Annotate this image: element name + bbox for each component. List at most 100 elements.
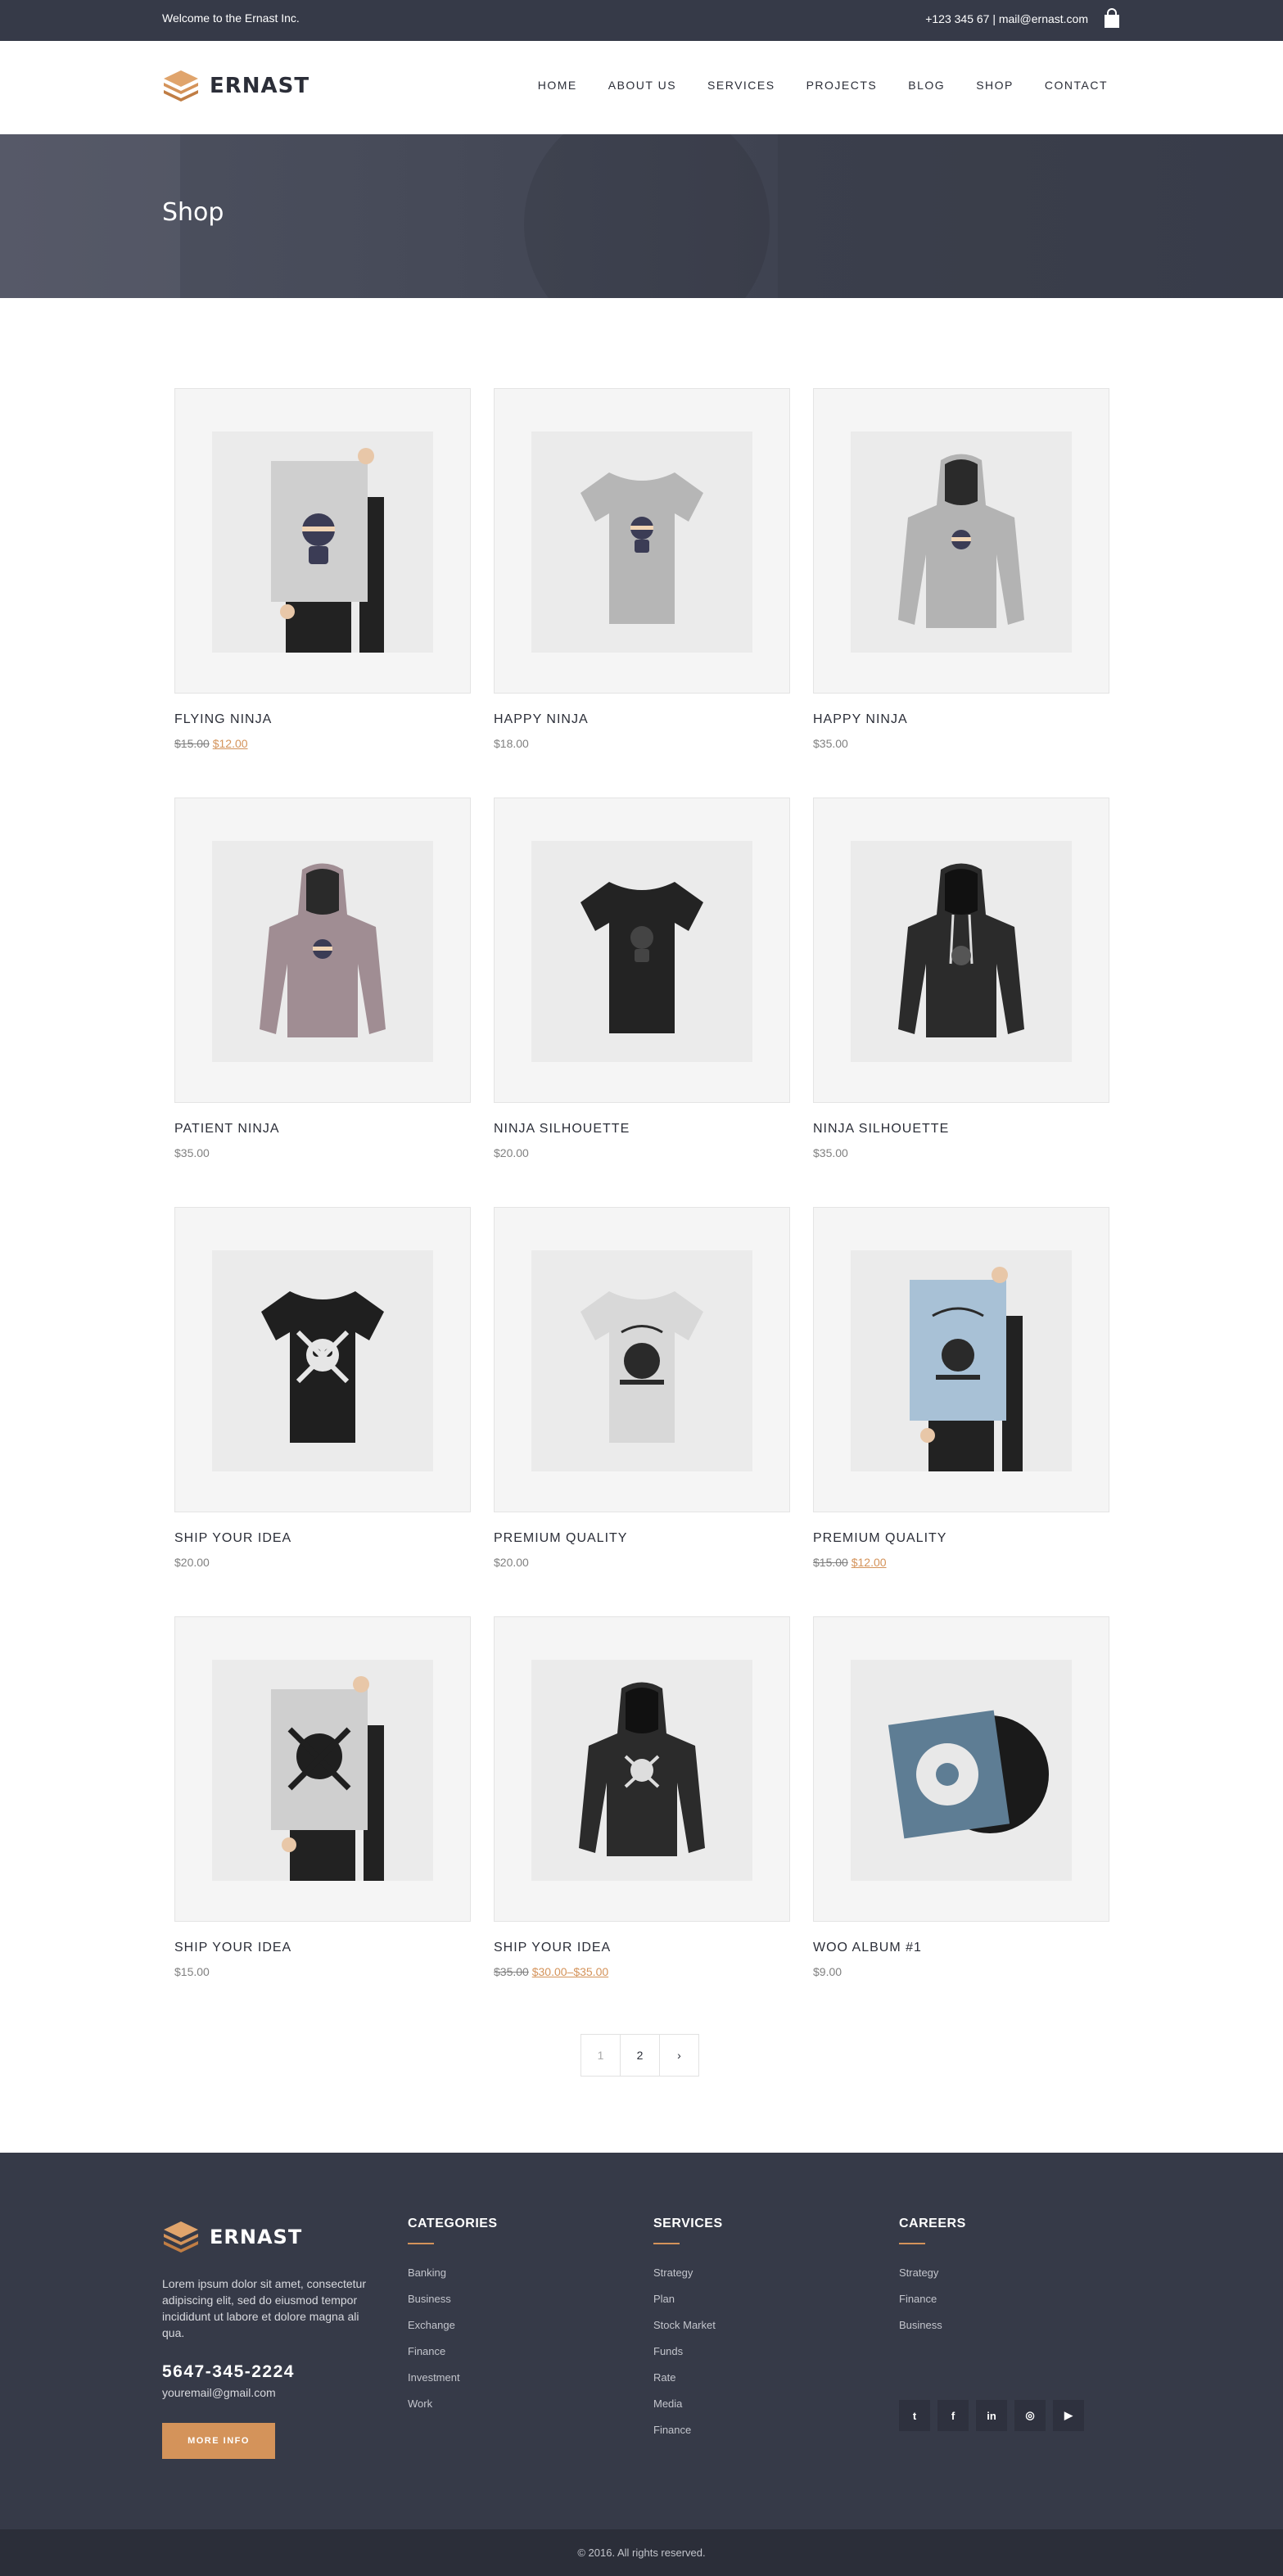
product-price: $9.00 — [813, 1965, 1109, 1978]
footer-link[interactable]: Finance — [899, 2293, 966, 2319]
product-current-price: $20.00 — [174, 1556, 210, 1569]
product-card[interactable]: SHIP YOUR IDEA $20.00 — [174, 1207, 471, 1569]
footer-careers: CAREERS Strategy Finance Business — [899, 2217, 966, 2345]
product-image[interactable] — [813, 1616, 1109, 1922]
product-title[interactable]: HAPPY NINJA — [813, 712, 1109, 727]
product-image[interactable] — [174, 388, 471, 694]
product-current-price: $18.00 — [494, 737, 529, 750]
product-image[interactable] — [494, 1207, 790, 1512]
nav-shop[interactable]: SHOP — [976, 79, 1014, 92]
product-price: $35.00 — [813, 737, 1109, 750]
footer-column-title: CAREERS — [899, 2217, 966, 2230]
product-title[interactable]: PREMIUM QUALITY — [813, 1531, 1109, 1546]
product-card[interactable]: HAPPY NINJA $35.00 — [813, 388, 1109, 750]
page-2-link[interactable]: 2 — [620, 2034, 660, 2077]
copyright-text: © 2016. All rights reserved. — [577, 2547, 706, 2559]
product-image[interactable] — [813, 798, 1109, 1103]
product-card[interactable]: PATIENT NINJA $35.00 — [174, 798, 471, 1159]
product-title[interactable]: SHIP YOUR IDEA — [174, 1941, 471, 1955]
footer-link[interactable]: Banking — [408, 2266, 498, 2293]
product-image[interactable] — [494, 388, 790, 694]
product-price: $20.00 — [494, 1556, 790, 1569]
product-title[interactable]: WOO ALBUM #1 — [813, 1941, 1109, 1955]
product-card[interactable]: FLYING NINJA $15.00 $12.00 — [174, 388, 471, 750]
youtube-icon[interactable]: ▶ — [1053, 2400, 1084, 2431]
nav-services[interactable]: SERVICES — [707, 79, 775, 92]
product-image[interactable] — [174, 798, 471, 1103]
brand-logo[interactable]: ERNAST — [162, 67, 309, 105]
product-card[interactable]: SHIP YOUR IDEA $15.00 — [174, 1616, 471, 1978]
product-title[interactable]: NINJA SILHOUETTE — [494, 1122, 790, 1137]
page-title: Shop — [162, 198, 224, 227]
linkedin-icon[interactable]: in — [976, 2400, 1007, 2431]
contact-info[interactable]: +123 345 67 | mail@ernast.com — [925, 12, 1088, 25]
product-price: $15.00 $12.00 — [813, 1556, 1109, 1569]
shopping-bag-icon[interactable] — [1103, 8, 1121, 29]
product-card[interactable]: SHIP YOUR IDEA $35.00 $30.00–$35.00 — [494, 1616, 790, 1978]
nav-blog[interactable]: BLOG — [908, 79, 945, 92]
product-title[interactable]: HAPPY NINJA — [494, 712, 790, 727]
product-price: $15.00 — [174, 1965, 471, 1978]
footer-link[interactable]: Rate — [653, 2371, 723, 2397]
product-price: $35.00 — [813, 1146, 1109, 1159]
nav-home[interactable]: HOME — [538, 79, 577, 92]
page-1-current: 1 — [581, 2034, 621, 2077]
product-image[interactable] — [813, 1207, 1109, 1512]
footer-link[interactable]: Strategy — [899, 2266, 966, 2293]
product-title[interactable]: PREMIUM QUALITY — [494, 1531, 790, 1546]
footer-logo[interactable]: ERNAST — [162, 2218, 302, 2256]
product-image[interactable] — [813, 388, 1109, 694]
product-card[interactable]: PREMIUM QUALITY $15.00 $12.00 — [813, 1207, 1109, 1569]
product-image[interactable] — [494, 798, 790, 1103]
page-hero: Shop — [0, 134, 1283, 298]
product-title[interactable]: NINJA SILHOUETTE — [813, 1122, 1109, 1137]
top-bar: Welcome to the Ernast Inc. +123 345 67 |… — [0, 0, 1283, 41]
product-title[interactable]: FLYING NINJA — [174, 712, 471, 727]
product-card[interactable]: HAPPY NINJA $18.00 — [494, 388, 790, 750]
product-title[interactable]: SHIP YOUR IDEA — [494, 1941, 790, 1955]
footer-link[interactable]: Work — [408, 2397, 498, 2424]
product-card[interactable]: PREMIUM QUALITY $20.00 — [494, 1207, 790, 1569]
product-old-price: $15.00 — [174, 737, 210, 750]
footer-link[interactable]: Media — [653, 2397, 723, 2424]
pagination: 1 2 › — [581, 2034, 699, 2077]
footer-link[interactable]: Finance — [408, 2345, 498, 2371]
product-sale-price: $30.00–$35.00 — [531, 1965, 609, 1978]
footer-link[interactable]: Strategy — [653, 2266, 723, 2293]
footer-email[interactable]: youremail@gmail.com — [162, 2386, 276, 2399]
twitter-icon[interactable]: t — [899, 2400, 930, 2431]
footer-link[interactable]: Exchange — [408, 2319, 498, 2345]
instagram-icon[interactable]: ◎ — [1014, 2400, 1046, 2431]
more-info-button[interactable]: MORE INFO — [162, 2423, 275, 2459]
nav-projects[interactable]: PROJECTS — [806, 79, 878, 92]
footer-link[interactable]: Business — [408, 2293, 498, 2319]
product-card[interactable]: NINJA SILHOUETTE $35.00 — [813, 798, 1109, 1159]
footer-phone[interactable]: 5647-345-2224 — [162, 2362, 295, 2382]
footer-column-title: SERVICES — [653, 2217, 723, 2230]
next-page-button[interactable]: › — [659, 2034, 699, 2077]
product-price: $15.00 $12.00 — [174, 737, 471, 750]
footer-link[interactable]: Funds — [653, 2345, 723, 2371]
product-image[interactable] — [494, 1616, 790, 1922]
footer-brand-name: ERNAST — [210, 2226, 303, 2248]
footer-categories: CATEGORIES Banking Business Exchange Fin… — [408, 2217, 498, 2424]
product-title[interactable]: PATIENT NINJA — [174, 1122, 471, 1137]
footer-link[interactable]: Stock Market — [653, 2319, 723, 2345]
product-card[interactable]: WOO ALBUM #1 $9.00 — [813, 1616, 1109, 1978]
facebook-icon[interactable]: f — [937, 2400, 969, 2431]
footer-link[interactable]: Investment — [408, 2371, 498, 2397]
nav-contact[interactable]: CONTACT — [1045, 79, 1108, 92]
product-current-price: $35.00 — [813, 1146, 848, 1159]
product-image[interactable] — [174, 1616, 471, 1922]
product-card[interactable]: NINJA SILHOUETTE $20.00 — [494, 798, 790, 1159]
site-footer: ERNAST Lorem ipsum dolor sit amet, conse… — [0, 2153, 1283, 2529]
footer-link[interactable]: Plan — [653, 2293, 723, 2319]
footer-column-title: CATEGORIES — [408, 2217, 498, 2230]
footer-link[interactable]: Finance — [653, 2424, 723, 2450]
footer-services: SERVICES Strategy Plan Stock Market Fund… — [653, 2217, 723, 2450]
footer-link[interactable]: Business — [899, 2319, 966, 2345]
nav-about-us[interactable]: ABOUT US — [608, 79, 676, 92]
product-image[interactable] — [174, 1207, 471, 1512]
layered-stack-icon — [164, 2221, 198, 2253]
product-title[interactable]: SHIP YOUR IDEA — [174, 1531, 471, 1546]
